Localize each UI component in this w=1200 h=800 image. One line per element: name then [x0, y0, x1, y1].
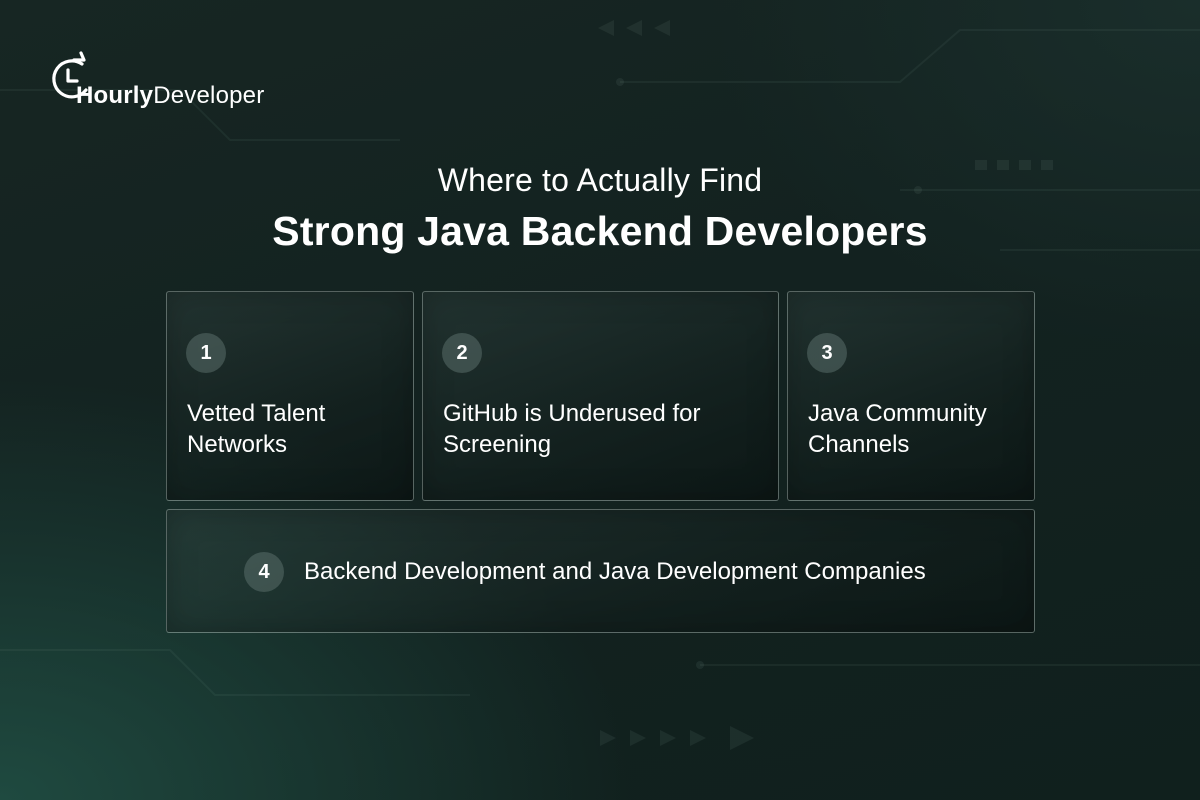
card-label: Vetted Talent Networks: [187, 400, 326, 458]
number-badge: 3: [807, 333, 847, 373]
page-title: Strong Java Backend Developers: [272, 208, 928, 254]
brand-wordmark: HourlyDeveloper: [76, 83, 264, 109]
card-label: Backend Development and Java Development…: [304, 558, 926, 585]
card-java-community-channels: 3 Java Community Channels: [787, 291, 1035, 501]
page-subtitle: Where to Actually Find: [437, 162, 763, 198]
card-vetted-talent-networks: 1 Vetted Talent Networks: [166, 291, 414, 501]
card-development-companies: 4 Backend Development and Java Developme…: [166, 509, 1035, 633]
card-github-screening: 2 GitHub is Underused for Screening: [422, 291, 779, 501]
card-label: Java Community Channels: [808, 400, 987, 458]
number-badge: 2: [442, 333, 482, 373]
number-badge: 1: [186, 333, 226, 373]
number-badge: 4: [244, 552, 284, 592]
brand-name-light: Developer: [153, 82, 265, 109]
card-label: GitHub is Underused for Screening: [443, 400, 701, 458]
brand-name-bold: Hourly: [76, 82, 154, 109]
